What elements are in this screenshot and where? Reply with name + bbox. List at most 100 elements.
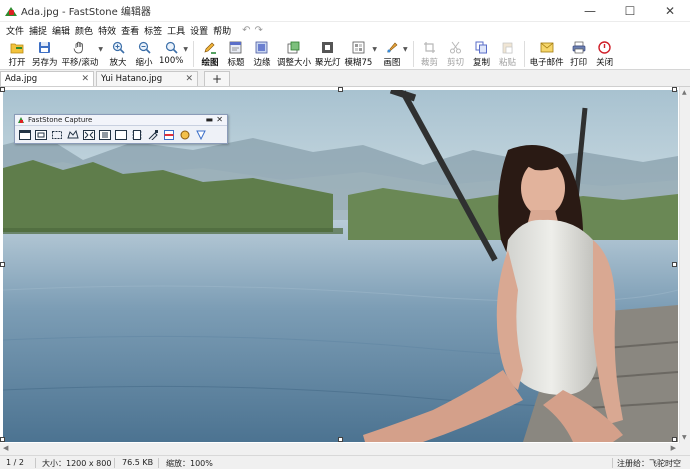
email-button[interactable]: 电子邮件: [528, 38, 566, 70]
paint-dropdown-icon[interactable]: ▼: [403, 46, 408, 53]
zoom-in-button[interactable]: 放大: [105, 38, 131, 70]
selection-handle[interactable]: [672, 262, 677, 267]
menu-color[interactable]: 颜色: [75, 24, 93, 37]
minimize-button[interactable]: —: [570, 0, 610, 22]
capture-scrolling-icon[interactable]: [98, 129, 111, 141]
selection-handle[interactable]: [338, 437, 343, 442]
cut-button[interactable]: 剪切: [443, 38, 469, 70]
zoom-dropdown-icon[interactable]: ▼: [183, 46, 188, 53]
blur-label: 模糊75: [344, 58, 373, 68]
vertical-scrollbar[interactable]: ▲ ▼: [679, 87, 690, 443]
paint-button[interactable]: 画图: [379, 38, 405, 70]
capture-fixed-region-icon[interactable]: [114, 129, 127, 141]
zoom-out-button[interactable]: 缩小: [131, 38, 157, 70]
copy-button[interactable]: 复制: [469, 38, 495, 70]
menu-capture[interactable]: 捕捉: [29, 24, 47, 37]
capture-tools: [15, 126, 227, 144]
menu-effects[interactable]: 特效: [98, 24, 116, 37]
zoom-level-button[interactable]: 100%: [157, 38, 185, 70]
tab-yui-hatano-close-icon[interactable]: ✕: [185, 74, 193, 84]
pan-scroll-label: 平移/滚动: [61, 58, 99, 68]
open-button[interactable]: 打开: [4, 38, 30, 70]
paste-label: 粘贴: [499, 58, 517, 68]
capture-fullscreen-icon[interactable]: [82, 129, 95, 141]
capture-settings-icon[interactable]: [194, 129, 207, 141]
tab-bar: Ada.jpg ✕ Yui Hatano.jpg ✕ +: [0, 71, 690, 87]
capture-close-button[interactable]: ✕: [216, 115, 223, 124]
menu-help[interactable]: 帮助: [213, 24, 231, 37]
blur-dropdown-icon[interactable]: ▼: [372, 46, 377, 53]
capture-editor-icon[interactable]: [162, 129, 175, 141]
scroll-up-icon[interactable]: ▲: [682, 89, 687, 96]
zoom-in-icon: [110, 40, 126, 54]
capture-film-icon[interactable]: [130, 129, 143, 141]
capture-minimize-button[interactable]: ▬: [205, 115, 213, 124]
zoom-level-label: 100%: [159, 56, 184, 66]
capture-window-object-icon[interactable]: [34, 129, 47, 141]
main-toolbar: 打开 另存为 平移/滚动 ▼ 放大 缩小 100% ▼ 绘图 标题 边缘 调整大…: [0, 38, 690, 70]
edge-button[interactable]: 边缘: [249, 38, 275, 70]
edge-label: 边缘: [253, 58, 271, 68]
draw-button[interactable]: 绘图: [197, 38, 223, 70]
capture-output-icon[interactable]: [178, 129, 191, 141]
toolbar-divider: [192, 41, 194, 67]
floppy-disk-icon: [37, 40, 53, 54]
scroll-left-icon[interactable]: ◀: [3, 444, 8, 452]
selection-handle[interactable]: [672, 437, 677, 442]
menu-file[interactable]: 文件: [6, 24, 24, 37]
capture-active-window-icon[interactable]: [18, 129, 31, 141]
tab-ada[interactable]: Ada.jpg ✕: [0, 71, 94, 86]
horizontal-scrollbar[interactable]: ◀ ▶: [0, 443, 690, 454]
email-label: 电子邮件: [529, 58, 564, 68]
status-divider: [35, 458, 36, 468]
spotlight-icon: [320, 40, 336, 54]
caption-label: 标题: [227, 58, 245, 68]
close-window-button[interactable]: ✕: [650, 0, 690, 22]
capture-title-bar[interactable]: FastStone Capture ▬ ✕: [15, 115, 227, 126]
scroll-right-icon[interactable]: ▶: [671, 444, 676, 452]
selection-handle[interactable]: [0, 87, 5, 92]
selection-handle[interactable]: [0, 262, 5, 267]
paste-button[interactable]: 粘贴: [495, 38, 521, 70]
toolbar-divider: [523, 41, 525, 67]
pan-dropdown-icon[interactable]: ▼: [98, 46, 103, 53]
menu-edit[interactable]: 编辑: [52, 24, 70, 37]
menu-tools[interactable]: 工具: [167, 24, 185, 37]
caption-button[interactable]: 标题: [223, 38, 249, 70]
color-picker-icon[interactable]: [146, 129, 159, 141]
printer-icon: [571, 40, 587, 54]
spotlight-button[interactable]: 聚光灯: [313, 38, 343, 70]
blur-button[interactable]: 模糊75: [342, 38, 374, 70]
capture-freehand-icon[interactable]: [66, 129, 79, 141]
selection-handle[interactable]: [672, 87, 677, 92]
maximize-button[interactable]: ☐: [610, 0, 650, 22]
clipboard-icon: [500, 40, 516, 54]
tab-yui-hatano[interactable]: Yui Hatano.jpg ✕: [96, 71, 198, 86]
status-bar: 1 / 2 大小：1200 x 800 76.5 KB 缩放：100% 注册给：…: [0, 455, 690, 469]
resize-icon: [286, 40, 302, 54]
toolbar-divider: [412, 41, 414, 67]
menu-tags[interactable]: 标签: [144, 24, 162, 37]
menu-settings[interactable]: 设置: [190, 24, 208, 37]
capture-logo-icon: [18, 116, 25, 124]
capture-toolbar[interactable]: FastStone Capture ▬ ✕: [14, 114, 228, 144]
crop-button[interactable]: 裁剪: [417, 38, 443, 70]
selection-handle[interactable]: [0, 437, 5, 442]
menu-view[interactable]: 查看: [121, 24, 139, 37]
save-as-label: 另存为: [32, 58, 58, 68]
paint-brush-icon: [384, 40, 400, 54]
tab-ada-close-icon[interactable]: ✕: [81, 74, 89, 84]
scroll-down-icon[interactable]: ▼: [682, 434, 687, 441]
undo-icon[interactable]: ↶: [242, 25, 250, 36]
blur-icon: [350, 40, 366, 54]
capture-rectangle-icon[interactable]: [50, 129, 63, 141]
resize-button[interactable]: 调整大小: [275, 38, 313, 70]
print-button[interactable]: 打印: [566, 38, 592, 70]
close-image-button[interactable]: 关闭: [592, 38, 618, 70]
selection-handle[interactable]: [338, 87, 343, 92]
redo-icon[interactable]: ↷: [255, 25, 263, 36]
save-as-button[interactable]: 另存为: [30, 38, 60, 70]
add-tab-button[interactable]: +: [204, 71, 230, 86]
pan-scroll-button[interactable]: 平移/滚动: [60, 38, 101, 70]
copy-icon: [474, 40, 490, 54]
